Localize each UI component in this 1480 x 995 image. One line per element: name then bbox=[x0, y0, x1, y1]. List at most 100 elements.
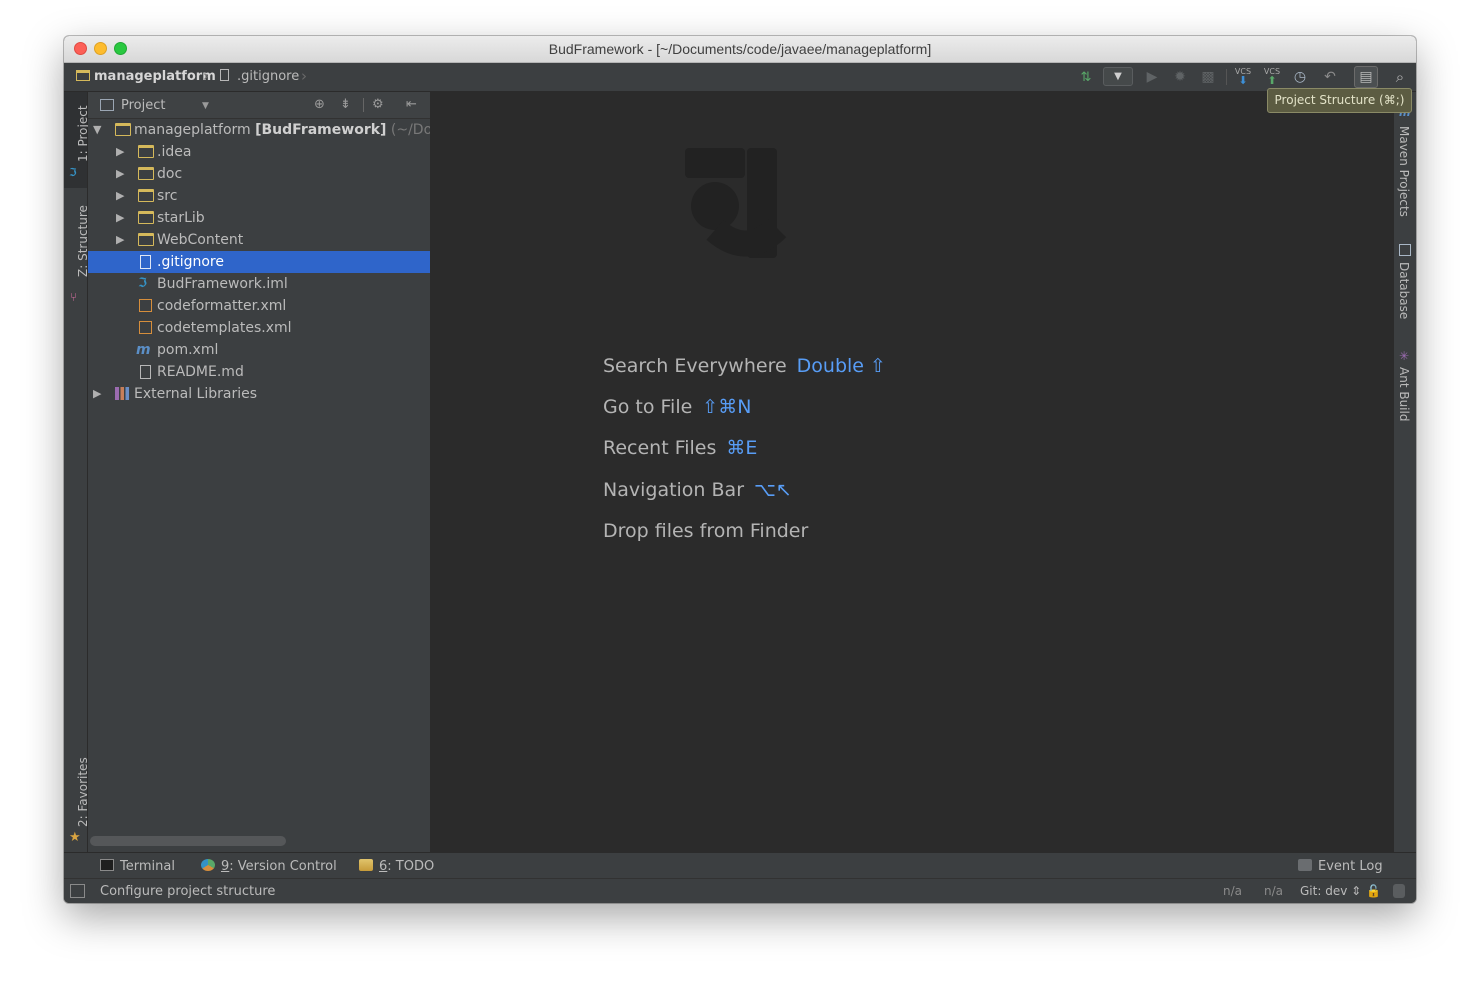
folder-icon bbox=[138, 189, 154, 202]
tree-item-doc[interactable]: ▶ doc bbox=[88, 163, 430, 185]
locate-icon[interactable]: ⊕ bbox=[314, 97, 325, 112]
hint-drop-files: Drop files from Finder bbox=[603, 520, 809, 542]
file-icon bbox=[140, 255, 151, 269]
collapsed-arrow-icon[interactable]: ▶ bbox=[116, 229, 124, 251]
collapsed-arrow-icon[interactable]: ▶ bbox=[116, 207, 124, 229]
hint-search-everywhere: Search Everywhere Double ⇧ bbox=[603, 355, 886, 377]
tree-item-idea[interactable]: ▶ .idea bbox=[88, 141, 430, 163]
editor-empty-area: Search Everywhere Double ⇧ Go to File ⇧⌘N … bbox=[431, 92, 1392, 852]
tab-terminal[interactable]: Terminal bbox=[100, 859, 175, 874]
project-structure-icon[interactable]: ▤ bbox=[1354, 66, 1378, 88]
shortcut-key: Double ⇧ bbox=[796, 355, 886, 377]
lock-icon[interactable]: 🔓 bbox=[1366, 884, 1381, 898]
collapsed-arrow-icon[interactable]: ▶ bbox=[116, 163, 124, 185]
tree-item-pom[interactable]: m pom.xml bbox=[88, 339, 430, 361]
libraries-icon bbox=[115, 387, 129, 400]
coverage-icon[interactable]: ▩ bbox=[1198, 68, 1218, 86]
hide-panel-icon[interactable]: ⇤ bbox=[406, 97, 417, 112]
structure-icon: ⑂ bbox=[70, 290, 78, 304]
collapsed-arrow-icon[interactable]: ▶ bbox=[116, 141, 124, 163]
collapsed-arrow-icon[interactable]: ▶ bbox=[93, 383, 101, 405]
tree-item-budframework-iml[interactable]: ℑ BudFramework.iml bbox=[88, 273, 430, 295]
ant-icon: ✳ bbox=[1399, 349, 1410, 363]
tree-item-starlib[interactable]: ▶ starLib bbox=[88, 207, 430, 229]
tree-item-webcontent[interactable]: ▶ WebContent bbox=[88, 229, 430, 251]
collapsed-arrow-icon[interactable]: ▶ bbox=[116, 185, 124, 207]
expanded-arrow-icon[interactable]: ▼ bbox=[93, 119, 101, 141]
module-folder-icon bbox=[115, 123, 131, 136]
search-icon[interactable]: ⌕ bbox=[1390, 68, 1410, 86]
tree-item-readme[interactable]: README.md bbox=[88, 361, 430, 383]
tree-item-codeformatter[interactable]: codeformatter.xml bbox=[88, 295, 430, 317]
project-view-selector[interactable]: Project bbox=[121, 98, 165, 113]
tree-item-external-libraries[interactable]: ▶ External Libraries bbox=[88, 383, 430, 405]
breadcrumb-separator-icon: › bbox=[203, 67, 209, 85]
tab-database-label: Database bbox=[1397, 262, 1411, 320]
tab-ant-label: Ant Build bbox=[1397, 367, 1411, 422]
toggle-tool-windows-icon[interactable] bbox=[70, 884, 85, 898]
tab-project[interactable]: 1: Project ℑ bbox=[64, 92, 90, 188]
chevron-down-icon[interactable]: ▼ bbox=[202, 101, 209, 111]
history-icon[interactable]: ◷ bbox=[1290, 68, 1310, 86]
memory-indicator-icon[interactable] bbox=[1393, 884, 1405, 898]
file-icon bbox=[220, 69, 229, 81]
iml-icon: ℑ bbox=[138, 276, 148, 291]
panel-divider bbox=[363, 98, 364, 112]
bottom-tool-tabs: Terminal 9: Version Control 6: TODO Even… bbox=[64, 852, 1416, 879]
revert-icon[interactable]: ↶ bbox=[1320, 68, 1340, 86]
hint-go-to-file: Go to File ⇧⌘N bbox=[603, 396, 752, 418]
tab-favorites[interactable]: 2: Favorites ★ bbox=[64, 742, 90, 852]
breadcrumb-separator-icon: › bbox=[301, 67, 307, 85]
database-icon bbox=[1399, 244, 1411, 256]
breadcrumb-file[interactable]: .gitignore bbox=[220, 69, 299, 84]
tab-todo[interactable]: 6: TODO bbox=[359, 859, 434, 874]
tab-structure[interactable]: Z: Structure ⑂ bbox=[64, 202, 90, 332]
title-bar: BudFramework - [~/Documents/code/javaee/… bbox=[64, 36, 1416, 63]
project-structure-tooltip: Project Structure (⌘;) bbox=[1267, 88, 1412, 113]
project-panel-header: Project ▼ ⊕ ⇟ ⚙ ⇤ bbox=[88, 92, 430, 119]
markdown-file-icon bbox=[140, 365, 151, 379]
horizontal-scrollbar[interactable] bbox=[90, 836, 286, 846]
vcs-update-button[interactable]: VCS ⬇ bbox=[1232, 67, 1254, 87]
vcs-commit-button[interactable]: VCS ⬆ bbox=[1261, 67, 1283, 87]
gear-icon[interactable]: ⚙ bbox=[372, 97, 384, 112]
project-panel: Project ▼ ⊕ ⇟ ⚙ ⇤ ▼ manageplatform [BudF… bbox=[88, 92, 431, 852]
left-tool-strip: 1: Project ℑ Z: Structure ⑂ 2: Favorites… bbox=[64, 92, 90, 852]
git-branch-selector[interactable]: Git: dev ⇕ bbox=[1300, 884, 1361, 898]
shortcut-key: ⌘E bbox=[726, 437, 758, 459]
folder-icon bbox=[138, 211, 154, 224]
debug-icon[interactable]: ✹ bbox=[1170, 68, 1190, 86]
run-config-dropdown[interactable]: ▼ bbox=[1103, 67, 1133, 86]
status-position: n/a bbox=[1223, 884, 1243, 898]
sort-arrows-icon[interactable]: ⇅ bbox=[1076, 68, 1096, 86]
folder-icon bbox=[138, 145, 154, 158]
event-log-icon bbox=[1298, 859, 1312, 871]
todo-icon bbox=[359, 859, 373, 871]
tree-item-src[interactable]: ▶ src bbox=[88, 185, 430, 207]
folder-icon bbox=[138, 233, 154, 246]
tree-item-manageplatform[interactable]: ▼ manageplatform [BudFramework] (~/Docun bbox=[88, 119, 430, 141]
tab-event-log[interactable]: Event Log bbox=[1298, 859, 1383, 874]
tab-database[interactable]: Database bbox=[1394, 242, 1416, 332]
tree-item-gitignore[interactable]: .gitignore bbox=[88, 251, 430, 273]
tab-ant-build[interactable]: ✳ Ant Build bbox=[1394, 347, 1416, 437]
tab-version-control[interactable]: 9: Version Control bbox=[201, 859, 337, 874]
terminal-icon bbox=[100, 859, 114, 871]
run-icon[interactable]: ▶ bbox=[1142, 68, 1162, 86]
status-bar: Configure project structure n/a n/a Git:… bbox=[64, 878, 1416, 903]
collapse-all-icon[interactable]: ⇟ bbox=[340, 97, 351, 112]
window-title: BudFramework - [~/Documents/code/javaee/… bbox=[548, 41, 932, 57]
maven-icon: m bbox=[136, 342, 151, 358]
arrow-up-icon: ⬆ bbox=[1267, 74, 1277, 87]
xml-file-icon bbox=[139, 321, 152, 334]
breadcrumb-project[interactable]: manageplatform bbox=[76, 69, 216, 84]
hint-recent-files: Recent Files ⌘E bbox=[603, 437, 758, 459]
toolbar-divider bbox=[1226, 69, 1227, 85]
hint-navigation-bar: Navigation Bar ⌥↖ bbox=[603, 479, 792, 501]
tab-maven-label: Maven Projects bbox=[1397, 126, 1411, 217]
star-icon: ★ bbox=[69, 830, 81, 845]
version-control-icon bbox=[201, 859, 215, 871]
status-message: Configure project structure bbox=[100, 884, 276, 899]
shortcut-key: ⇧⌘N bbox=[702, 396, 752, 418]
tree-item-codetemplates[interactable]: codetemplates.xml bbox=[88, 317, 430, 339]
